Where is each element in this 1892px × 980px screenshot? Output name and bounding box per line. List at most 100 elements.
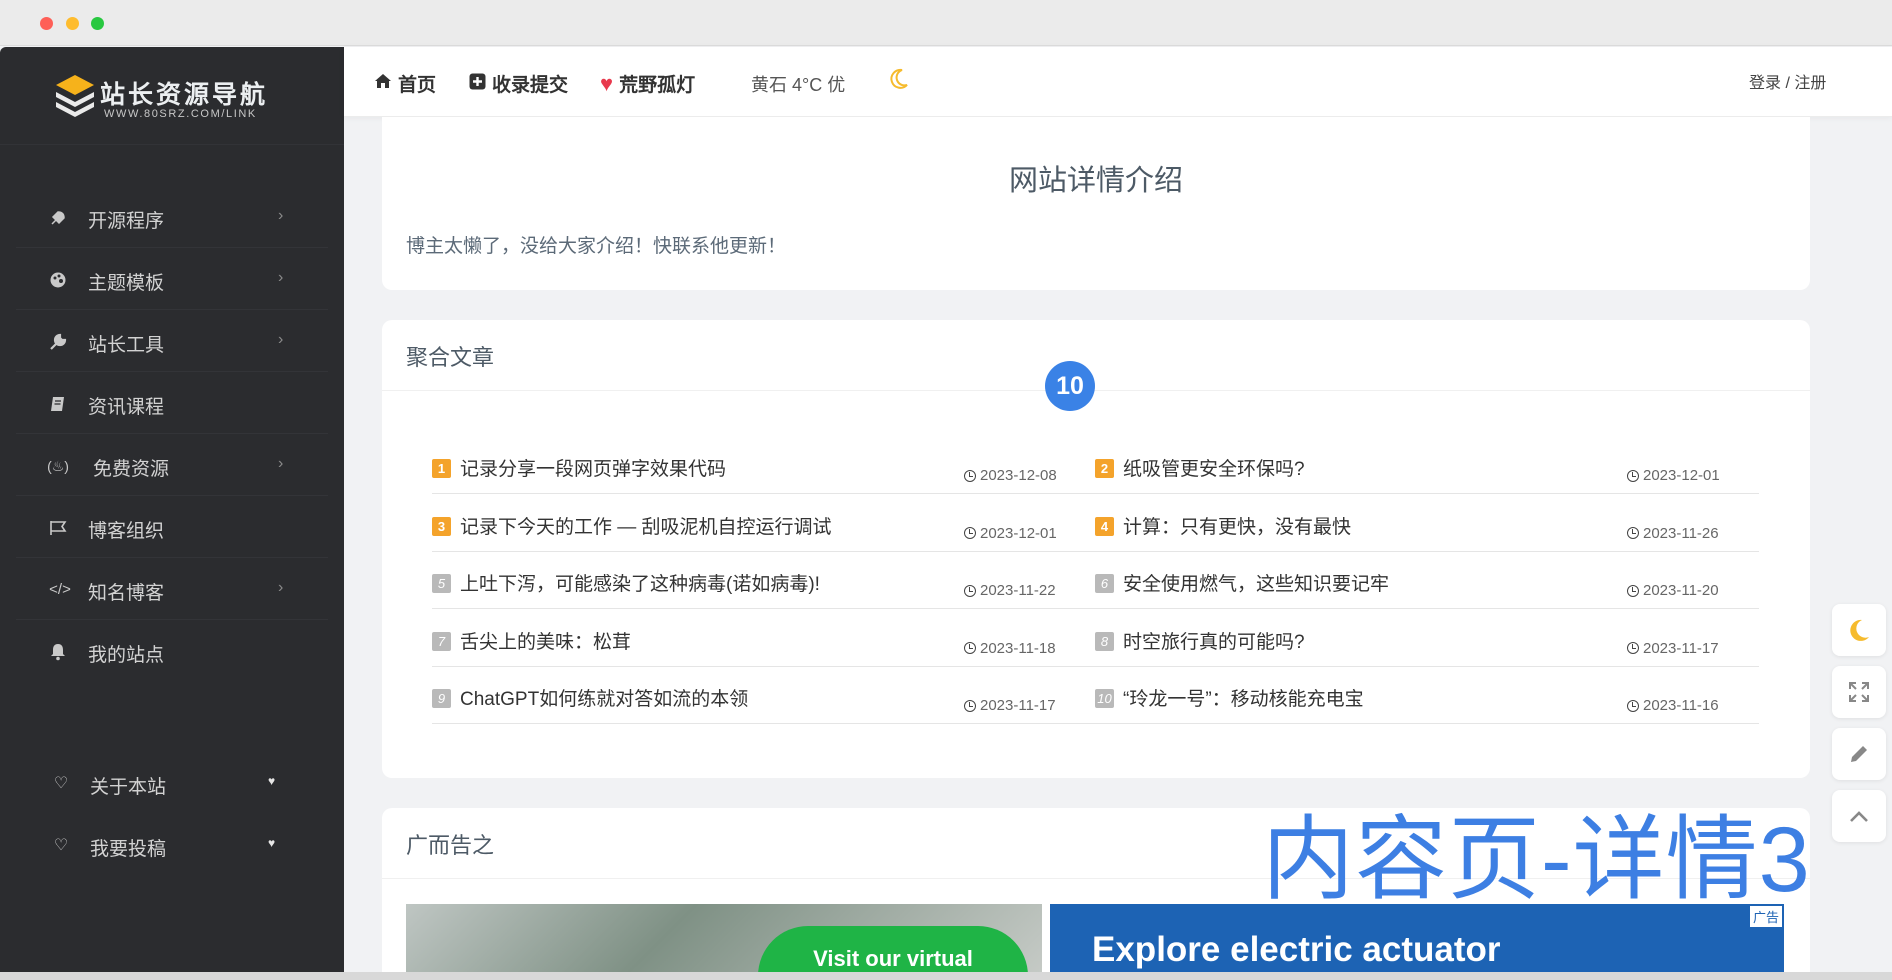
nav-lamp-label: 荒野孤灯 <box>619 75 696 96</box>
ad-headline: Explore electric actuator <box>1092 930 1501 969</box>
article-title-link[interactable]: 安全使用燃气，这些知识要记牢 <box>1123 569 1389 596</box>
article-row[interactable]: 3 记录下今天的工作 — 刮吸泥机自控运行调试 2023-12-01 <box>432 495 1096 552</box>
rank-badge: 9 <box>432 689 451 708</box>
detail-title: 网站详情介绍 <box>1008 165 1183 197</box>
article-title-link[interactable]: 纸吸管更安全环保吗? <box>1123 454 1305 481</box>
article-date-text: 2023-11-17 <box>980 697 1056 714</box>
article-row[interactable]: 7 舌尖上的美味：松茸 2023-11-18 <box>432 610 1096 667</box>
page-overlay-label: 内容页-详情3 <box>1262 809 1811 911</box>
book-icon <box>49 395 67 413</box>
logo-icon <box>56 75 94 117</box>
nav-lamp-link[interactable]: ♥ 荒野孤灯 <box>600 70 695 97</box>
logo-subtitle: WWW.80SRZ.COM/LINK <box>104 108 257 120</box>
article-date-text: 2023-11-16 <box>1643 697 1719 714</box>
close-window-button[interactable] <box>40 17 53 30</box>
window-bottom-edge <box>0 972 1892 980</box>
nav-submit-label: 收录提交 <box>492 75 569 96</box>
nav-home-link[interactable]: 首页 <box>374 70 436 97</box>
article-row[interactable]: 10 “玲龙一号”：移动核能充电宝 2023-11-16 <box>1095 667 1759 724</box>
article-date-text: 2023-11-17 <box>1643 639 1719 657</box>
sidebar-item-blog-orgs[interactable]: 博客组织 <box>16 496 328 558</box>
clock-icon <box>964 527 976 539</box>
sidebar-item-free-resources[interactable]: (♨) 免费资源 › <box>16 434 328 496</box>
ads-heading: 广而告之 <box>406 833 495 858</box>
edit-button[interactable] <box>1832 728 1886 780</box>
nav-submit-link[interactable]: 收录提交 <box>469 70 568 97</box>
rank-badge: 1 <box>432 459 451 478</box>
window-titlebar <box>0 0 1892 46</box>
article-title-link[interactable]: 上吐下泻，可能感染了这种病毒(诺如病毒)! <box>460 569 820 596</box>
step-badge: 10 <box>1045 361 1095 411</box>
article-row[interactable]: 4 计算：只有更快，没有最快 2023-11-26 <box>1095 495 1759 552</box>
article-date: 2023-11-17 <box>964 697 1056 714</box>
flag-icon <box>49 519 67 537</box>
article-title-link[interactable]: 时空旅行真的可能吗? <box>1123 627 1305 654</box>
article-date: 2023-11-20 <box>1627 582 1719 599</box>
article-date-text: 2023-12-01 <box>980 524 1057 542</box>
code-icon: </> <box>49 581 71 598</box>
chevron-right-icon: › <box>278 455 284 472</box>
rank-badge: 8 <box>1095 631 1114 651</box>
chevron-right-icon: › <box>278 579 284 596</box>
expand-icon <box>1849 682 1869 702</box>
site-logo[interactable]: 站长资源导航 WWW.80SRZ.COM/LINK <box>0 47 344 145</box>
article-row[interactable]: 2 纸吸管更安全环保吗? 2023-12-01 <box>1095 437 1759 494</box>
article-row[interactable]: 8 时空旅行真的可能吗? 2023-11-17 <box>1095 610 1759 667</box>
article-title-link[interactable]: 计算：只有更快，没有最快 <box>1123 512 1351 539</box>
article-title-link[interactable]: 记录分享一段网页弹字效果代码 <box>460 454 726 481</box>
article-title-link[interactable]: ChatGPT如何练就对答如流的本领 <box>460 684 748 711</box>
bell-icon <box>49 643 67 661</box>
moon-icon[interactable] <box>888 67 910 96</box>
article-row[interactable]: 6 安全使用燃气，这些知识要记牢 2023-11-20 <box>1095 552 1759 609</box>
sidebar-item-famous-blogs[interactable]: </> 知名博客 › <box>16 558 328 620</box>
sidebar-item-news[interactable]: 资讯课程 <box>16 372 328 434</box>
sidebar-item-themes[interactable]: 主题模板 › <box>16 248 328 310</box>
pencil-icon <box>1851 746 1867 762</box>
rank-badge: 7 <box>432 631 451 651</box>
clock-icon <box>1627 642 1639 654</box>
clock-icon <box>1627 469 1639 482</box>
divider <box>382 390 1810 391</box>
article-date: 2023-11-18 <box>964 640 1056 657</box>
heart-small-icon: ♥ <box>268 836 276 850</box>
article-row[interactable]: 9 ChatGPT如何练就对答如流的本领 2023-11-17 <box>432 667 1096 724</box>
detail-description: 博主太懒了，没给大家介绍！快联系他更新！ <box>406 236 787 257</box>
article-date: 2023-11-26 <box>1627 525 1719 542</box>
article-title-link[interactable]: 记录下今天的工作 — 刮吸泥机自控运行调试 <box>460 512 832 539</box>
article-title-link[interactable]: 舌尖上的美味：松茸 <box>460 627 631 654</box>
sidebar-item-about[interactable]: ♡ 关于本站 ♥ <box>16 752 328 814</box>
login-register-link[interactable]: 登录 / 注册 <box>1749 69 1826 93</box>
dark-mode-button[interactable] <box>1832 604 1886 656</box>
article-row[interactable]: 5 上吐下泻，可能感染了这种病毒(诺如病毒)! 2023-11-22 <box>432 552 1096 609</box>
maximize-window-button[interactable] <box>91 17 104 30</box>
chevron-right-icon: › <box>278 331 284 348</box>
article-date-text: 2023-11-26 <box>1643 524 1719 542</box>
clock-icon <box>964 469 976 482</box>
article-date: 2023-12-08 <box>964 467 1057 484</box>
clock-icon <box>1627 699 1639 712</box>
sidebar-item-contribute[interactable]: ♡ 我要投稿 ♥ <box>16 814 328 876</box>
nav-home-label: 首页 <box>398 75 437 96</box>
article-date: 2023-11-22 <box>964 582 1056 599</box>
weather-widget[interactable]: 黄石 4°C 优 <box>751 71 845 97</box>
sidebar-item-tools[interactable]: 站长工具 › <box>16 310 328 372</box>
article-title-link[interactable]: “玲龙一号”：移动核能充电宝 <box>1123 684 1364 711</box>
rank-badge: 3 <box>432 516 451 536</box>
sidebar-item-open-source[interactable]: 开源程序 › <box>16 186 328 248</box>
rank-badge: 6 <box>1095 574 1114 593</box>
moon-filled-icon <box>1850 619 1869 641</box>
article-row[interactable]: 1 记录分享一段网页弹字效果代码 2023-12-08 <box>432 437 1096 494</box>
fire-icon: (♨) <box>47 458 69 474</box>
back-to-top-button[interactable] <box>1832 790 1886 842</box>
fullscreen-button[interactable] <box>1832 666 1886 718</box>
sidebar-item-label: 我要投稿 <box>90 839 167 860</box>
article-date: 2023-12-01 <box>964 525 1057 542</box>
ad-banner-left[interactable]: Visit our virtual showroom <box>406 904 1042 980</box>
sidebar-bottom-menu: ♡ 关于本站 ♥ ♡ 我要投稿 ♥ <box>0 752 344 876</box>
minimize-window-button[interactable] <box>66 17 79 30</box>
sidebar-item-label: 关于本站 <box>90 777 167 798</box>
clock-icon <box>1627 527 1639 539</box>
clock-icon <box>964 584 976 597</box>
sidebar-item-label: 站长工具 <box>88 335 165 356</box>
sidebar-item-my-sites[interactable]: 我的站点 <box>16 620 328 682</box>
